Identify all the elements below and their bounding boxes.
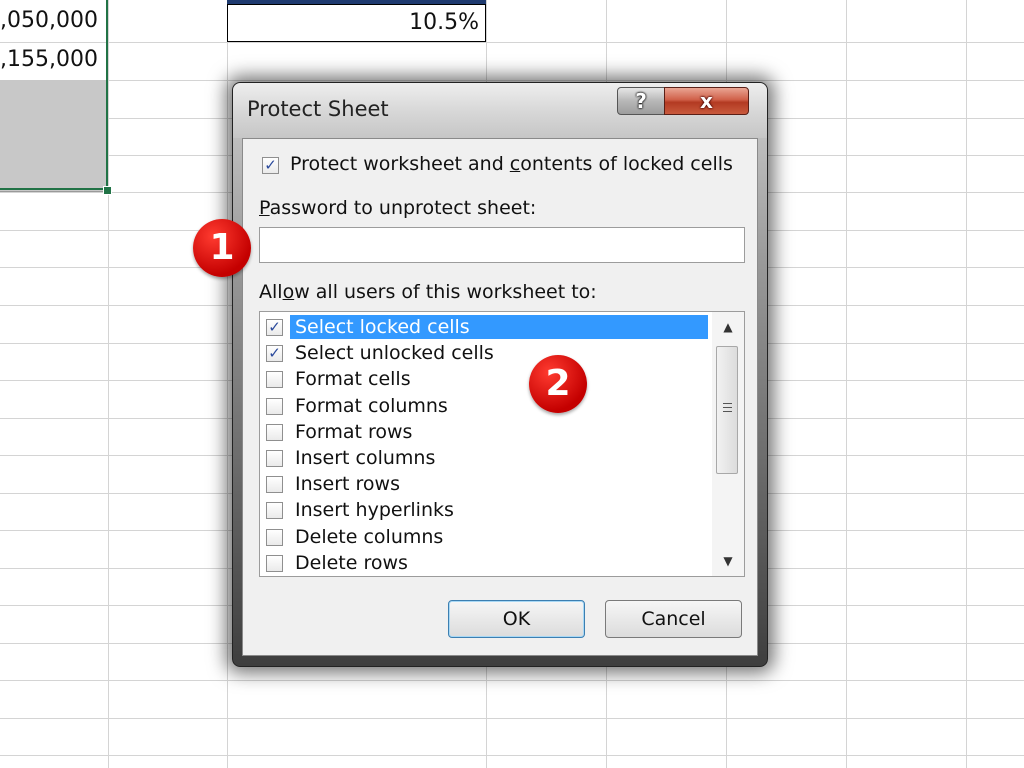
permission-item[interactable]: Format rows: [260, 420, 710, 446]
permission-label: Format cells: [295, 368, 411, 391]
permission-label: Delete columns: [295, 525, 444, 548]
permission-item[interactable]: Delete columns: [260, 525, 710, 551]
permission-checkbox[interactable]: [266, 502, 283, 520]
sheet-cell-value[interactable]: ,155,000: [0, 47, 98, 72]
permission-checkbox[interactable]: [266, 423, 283, 441]
permission-checkbox[interactable]: [266, 450, 283, 467]
permission-checkbox[interactable]: [266, 371, 283, 389]
sheet-cell[interactable]: [0, 155, 108, 192]
dialog-body: ✓ Protect worksheet and contents of lock…: [242, 138, 758, 656]
protect-sheet-dialog: Protect Sheet ? x ✓ Protect worksheet an…: [232, 82, 768, 667]
label-accel: c: [509, 153, 521, 175]
permission-checkbox[interactable]: [266, 476, 283, 494]
close-button[interactable]: x: [664, 87, 749, 115]
permission-label: Format rows: [295, 420, 413, 443]
scroll-thumb[interactable]: [716, 346, 738, 474]
help-button[interactable]: ?: [617, 87, 665, 115]
permission-item[interactable]: Insert columns: [260, 446, 710, 472]
protect-worksheet-label[interactable]: Protect worksheet and contents of locked…: [290, 153, 733, 175]
allow-users-label: Allow all users of this worksheet to:: [259, 281, 597, 303]
scroll-up-icon[interactable]: ▲: [712, 316, 744, 338]
permission-item[interactable]: Insert hyperlinks: [260, 498, 710, 524]
permission-checkbox[interactable]: [266, 397, 283, 415]
permission-checkbox[interactable]: ✓: [266, 345, 283, 363]
permission-checkbox[interactable]: [266, 554, 283, 572]
permission-item[interactable]: Format columns: [260, 394, 710, 420]
permission-label: Select locked cells: [295, 316, 470, 338]
scroll-down-icon[interactable]: ▼: [712, 550, 744, 572]
password-input[interactable]: [259, 227, 745, 263]
protect-worksheet-checkbox[interactable]: ✓: [262, 157, 279, 174]
list-scrollbar[interactable]: ▲ ▼: [712, 312, 744, 576]
label-accel: P: [259, 197, 270, 219]
permission-item[interactable]: Format cells: [260, 367, 710, 393]
sheet-cell-value[interactable]: ,050,000: [0, 8, 98, 33]
grid-line: [0, 42, 1024, 43]
permission-item[interactable]: ✓ Select unlocked cells: [260, 341, 710, 367]
grip-line: [723, 407, 732, 408]
permissions-list[interactable]: ✓ Select locked cells ✓ Select unlocked cel…: [259, 311, 745, 577]
grip-line: [723, 411, 732, 412]
grip-line: [723, 403, 732, 404]
fill-handle[interactable]: [103, 186, 112, 195]
permission-item[interactable]: ✓ Select locked cells: [260, 315, 710, 341]
permission-label: Format columns: [295, 394, 448, 417]
percent-cell-value[interactable]: 10.5%: [227, 10, 479, 35]
callout-marker-2: 2: [529, 355, 587, 413]
label-text: All: [259, 281, 283, 303]
grid-line: [108, 0, 109, 768]
dialog-title: Protect Sheet: [247, 97, 389, 121]
permission-label: Insert hyperlinks: [295, 499, 454, 522]
grid-line: [0, 680, 1024, 681]
callout-marker-1: 1: [193, 219, 251, 277]
ok-button[interactable]: OK: [448, 600, 585, 638]
permission-item[interactable]: Insert rows: [260, 472, 710, 498]
grid-line: [227, 0, 228, 768]
grid-line: [0, 80, 1024, 81]
label-accel: o: [282, 281, 295, 303]
permission-item[interactable]: Delete rows: [260, 551, 710, 576]
label-text: Protect worksheet and: [290, 153, 510, 175]
permission-label: Select unlocked cells: [295, 342, 494, 365]
grid-line: [966, 0, 967, 768]
grid-line: [0, 755, 1024, 756]
permission-checkbox[interactable]: ✓: [266, 319, 283, 336]
permission-checkbox[interactable]: [266, 528, 283, 546]
label-text: ontents of locked cells: [520, 153, 733, 175]
sheet-cell[interactable]: [0, 118, 108, 156]
close-icon: x: [700, 89, 713, 113]
permission-label: Insert columns: [295, 447, 436, 469]
cancel-button[interactable]: Cancel: [605, 600, 742, 638]
permission-label: Insert rows: [295, 473, 400, 496]
grid-line: [846, 0, 847, 768]
sheet-cell[interactable]: [0, 80, 108, 119]
password-label: Password to unprotect sheet:: [259, 197, 536, 219]
label-text: assword to unprotect sheet:: [269, 197, 537, 219]
label-text: w all users of this worksheet to:: [294, 281, 597, 303]
permission-label: Delete rows: [295, 551, 408, 574]
help-icon: ?: [635, 89, 647, 113]
grid-line: [0, 718, 1024, 719]
